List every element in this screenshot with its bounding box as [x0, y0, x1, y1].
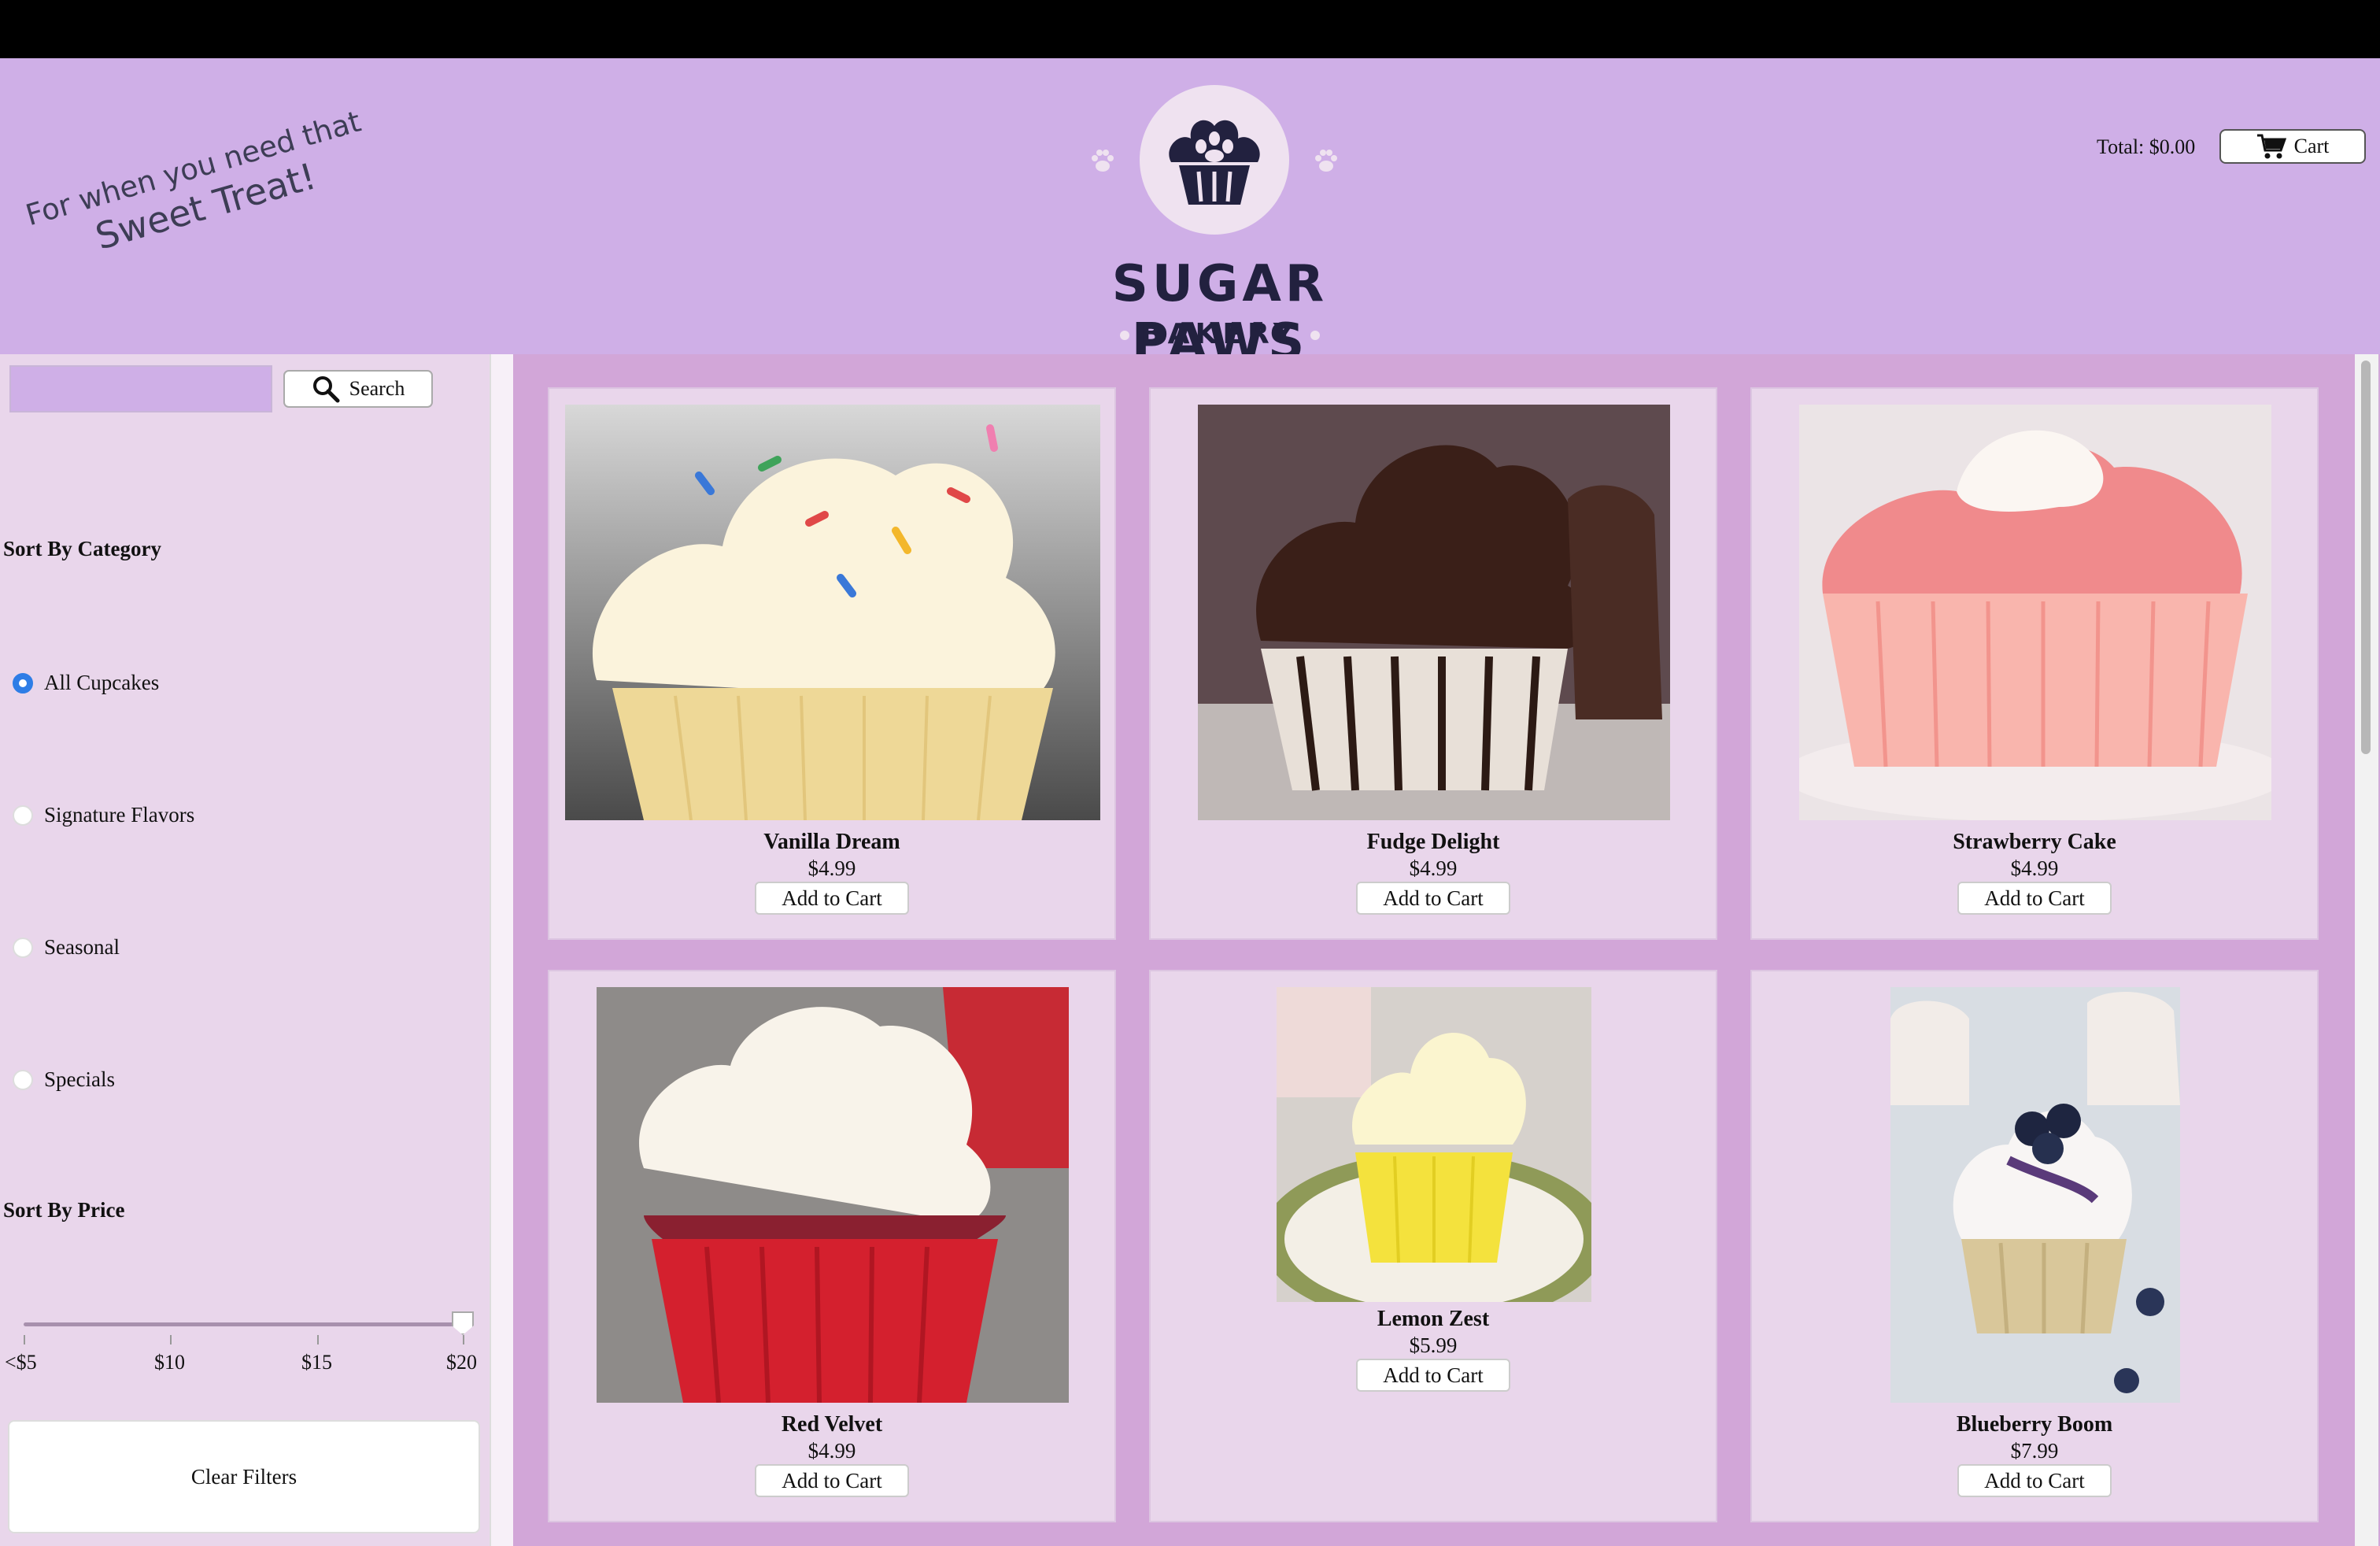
product-image[interactable] [1799, 405, 2271, 820]
product-grid: Vanilla Dream $4.99 Add to Cart Fudge De… [513, 354, 2380, 1546]
product-image[interactable] [1277, 987, 1591, 1302]
price-tick [463, 1335, 464, 1344]
product-name: Fudge Delight [1366, 830, 1500, 854]
cart-total: Total: $0.00 [2097, 135, 2196, 158]
price-slider-thumb[interactable] [452, 1311, 474, 1335]
price-tick-label: $20 [446, 1351, 477, 1374]
product-image[interactable] [1198, 405, 1670, 820]
product-image[interactable] [1890, 987, 2180, 1403]
paw-icon [1092, 150, 1114, 172]
radio-icon[interactable] [13, 937, 33, 958]
product-price: $4.99 [808, 856, 856, 880]
paw-icon [1315, 150, 1337, 172]
tagline: For when you need that Sweet Treat! [22, 105, 372, 313]
scrollbar[interactable] [2355, 354, 2378, 1546]
add-to-cart-button[interactable]: Add to Cart [755, 1464, 909, 1497]
product-price: $7.99 [2010, 1439, 2059, 1463]
price-title: Sort By Price [3, 1198, 125, 1222]
product-image[interactable] [597, 987, 1069, 1403]
brand-logo[interactable]: SUGAR PAWS BAKERY [1031, 80, 1409, 354]
category-label: Specials [44, 1067, 115, 1091]
product-card-lemon-zest: Lemon Zest $5.99 Add to Cart [1149, 970, 1717, 1522]
price-tick [317, 1335, 319, 1344]
add-to-cart-button[interactable]: Add to Cart [755, 882, 909, 915]
product-card-fudge-delight: Fudge Delight $4.99 Add to Cart [1149, 387, 1717, 940]
add-to-cart-button[interactable]: Add to Cart [1356, 1359, 1510, 1392]
add-to-cart-button[interactable]: Add to Cart [1356, 882, 1510, 915]
radio-icon[interactable] [13, 672, 33, 693]
product-card-blueberry-boom: Blueberry Boom $7.99 Add to Cart [1750, 970, 2319, 1522]
product-name: Lemon Zest [1377, 1307, 1490, 1331]
category-option-all[interactable]: All Cupcakes [13, 671, 159, 695]
brand-subtitle: BAKERY [1031, 318, 1409, 350]
cart-button[interactable]: Cart [2219, 129, 2366, 164]
cart-label: Cart [2293, 135, 2330, 157]
product-price: $5.99 [1409, 1333, 1458, 1357]
category-label: All Cupcakes [44, 671, 160, 694]
brand-sub-text: BAKERY [1140, 318, 1299, 350]
search-input[interactable] [9, 365, 272, 412]
product-name: Strawberry Cake [1953, 830, 2116, 854]
product-name: Blueberry Boom [1956, 1412, 2113, 1437]
cart-icon [2256, 134, 2286, 159]
product-image[interactable] [565, 405, 1100, 820]
product-card-red-velvet: Red Velvet $4.99 Add to Cart [548, 970, 1116, 1522]
price-tick-label: $10 [154, 1351, 185, 1374]
scrollbar-thumb[interactable] [2361, 361, 2371, 754]
category-option-specials[interactable]: Specials [13, 1067, 115, 1092]
site-header: For when you need that Sweet Treat! SUGA… [0, 58, 2380, 354]
price-tick [24, 1335, 25, 1344]
dot-icon [1120, 331, 1130, 340]
dot-icon [1310, 331, 1320, 340]
clear-filters-button[interactable]: Clear Filters [8, 1420, 480, 1533]
search-button[interactable]: Search [283, 370, 433, 408]
product-name: Red Velvet [781, 1412, 883, 1437]
price-slider-track[interactable] [24, 1322, 464, 1326]
product-price: $4.99 [1409, 856, 1458, 880]
category-label: Seasonal [44, 935, 120, 959]
radio-icon[interactable] [13, 804, 33, 826]
price-tick-label: $15 [301, 1351, 332, 1374]
product-card-strawberry-cake: Strawberry Cake $4.99 Add to Cart [1750, 387, 2319, 940]
category-label: Signature Flavors [44, 803, 195, 827]
category-option-signature[interactable]: Signature Flavors [13, 803, 194, 827]
product-name: Vanilla Dream [763, 830, 900, 854]
product-price: $4.99 [808, 1439, 856, 1463]
sidebar-divider [490, 354, 513, 1546]
price-tick [170, 1335, 172, 1344]
category-option-seasonal[interactable]: Seasonal [13, 935, 120, 960]
search-icon [312, 376, 340, 403]
window-top-bar [0, 0, 2380, 58]
search-button-label: Search [349, 377, 405, 400]
product-price: $4.99 [2010, 856, 2059, 880]
price-tick-label: <$5 [5, 1351, 37, 1374]
cupcake-logo-icon [1140, 85, 1289, 235]
add-to-cart-button[interactable]: Add to Cart [1957, 882, 2112, 915]
radio-icon[interactable] [13, 1069, 33, 1090]
category-title: Sort By Category [3, 537, 161, 560]
add-to-cart-button[interactable]: Add to Cart [1957, 1464, 2112, 1497]
filter-sidebar: Search Sort By Category All Cupcakes Sig… [0, 354, 490, 1546]
product-card-vanilla-dream: Vanilla Dream $4.99 Add to Cart [548, 387, 1116, 940]
